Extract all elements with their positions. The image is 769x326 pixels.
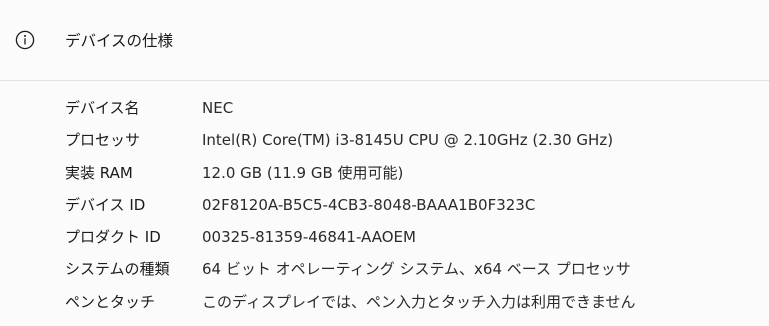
spec-value: Intel(R) Core(TM) i3-8145U CPU @ 2.10GHz…	[202, 131, 614, 150]
specs-list: デバイス名 NEC プロセッサ Intel(R) Core(TM) i3-814…	[0, 93, 769, 319]
spec-label: プロダクト ID	[65, 228, 161, 247]
device-specifications-panel: デバイスの仕様 デバイス名 NEC プロセッサ Intel(R) Core(TM…	[0, 0, 769, 326]
spec-value: 64 ビット オペレーティング システム、x64 ベース プロセッサ	[202, 260, 631, 279]
section-title: デバイスの仕様	[65, 32, 174, 50]
spec-value: このディスプレイでは、ペン入力とタッチ入力は利用できません	[202, 292, 636, 311]
spec-label: デバイス ID	[65, 195, 146, 214]
spec-row-product-id: プロダクト ID 00325-81359-46841-AAOEM	[0, 222, 769, 254]
spec-value: NEC	[202, 99, 234, 117]
spec-value: 00325-81359-46841-AAOEM	[202, 228, 416, 247]
spec-label: システムの種類	[65, 260, 170, 279]
spec-row-system-type: システムの種類 64 ビット オペレーティング システム、x64 ベース プロセ…	[0, 254, 769, 286]
spec-row-processor: プロセッサ Intel(R) Core(TM) i3-8145U CPU @ 2…	[0, 125, 769, 157]
spec-row-installed-ram: 実装 RAM 12.0 GB (11.9 GB 使用可能)	[0, 158, 769, 190]
spec-label: 実装 RAM	[65, 163, 133, 182]
spec-label: デバイス名	[65, 99, 140, 117]
spec-value: 02F8120A-B5C5-4CB3-8048-BAAA1B0F323C	[202, 195, 536, 214]
spec-row-pen-and-touch: ペンとタッチ このディスプレイでは、ペン入力とタッチ入力は利用できません	[0, 287, 769, 319]
spec-label: ペンとタッチ	[65, 292, 156, 311]
spec-value: 12.0 GB (11.9 GB 使用可能)	[202, 163, 404, 182]
device-specifications-header[interactable]: デバイスの仕様	[0, 0, 769, 81]
spec-label: プロセッサ	[65, 131, 141, 150]
spec-row-device-name: デバイス名 NEC	[0, 93, 769, 125]
spec-row-device-id: デバイス ID 02F8120A-B5C5-4CB3-8048-BAAA1B0F…	[0, 190, 769, 222]
info-icon	[15, 30, 35, 50]
